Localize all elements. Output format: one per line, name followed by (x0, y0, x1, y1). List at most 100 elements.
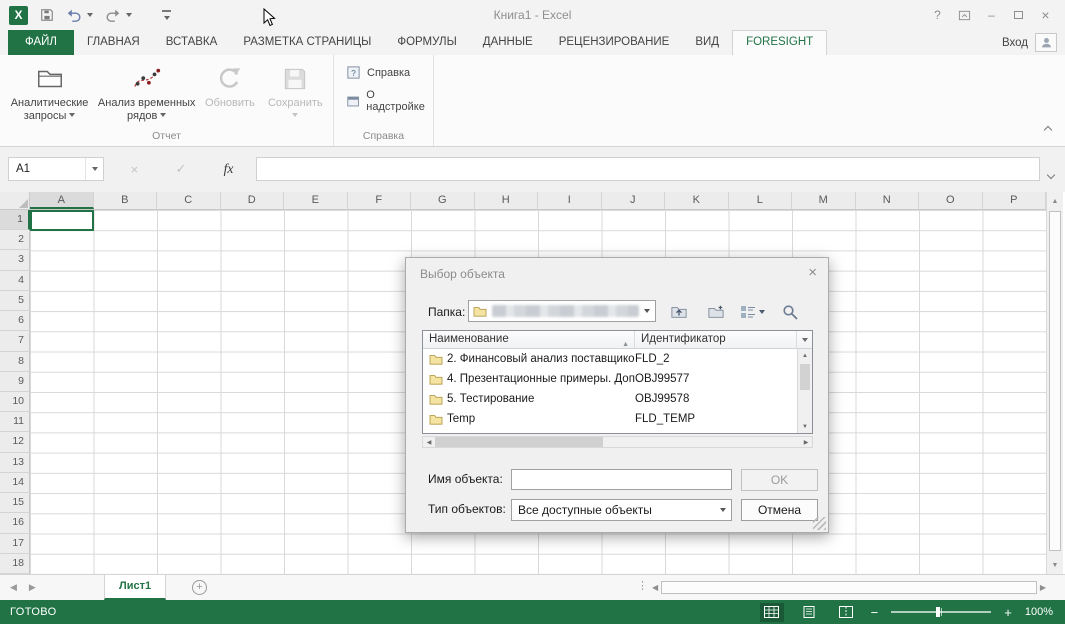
row-header-15[interactable]: 15 (0, 493, 30, 513)
new-folder-button[interactable] (706, 303, 726, 321)
close-button[interactable]: × (1032, 0, 1059, 30)
minimize-button[interactable]: – (978, 0, 1005, 30)
row-header-9[interactable]: 9 (0, 372, 30, 392)
ribbon-display-options-button[interactable] (951, 0, 978, 30)
row-header-2[interactable]: 2 (0, 230, 30, 250)
row-header-10[interactable]: 10 (0, 392, 30, 412)
customize-quick-access-button[interactable] (162, 10, 171, 20)
cancel-entry-button[interactable]: × (131, 162, 139, 177)
insert-function-button[interactable]: fx (224, 161, 234, 177)
column-header-H[interactable]: H (475, 192, 539, 209)
row-header-12[interactable]: 12 (0, 432, 30, 452)
time-series-analysis-button[interactable]: Анализ временных рядов (95, 58, 198, 123)
scroll-down-arrow[interactable]: ▼ (798, 420, 812, 433)
column-header-J[interactable]: J (602, 192, 666, 209)
row-header-14[interactable]: 14 (0, 473, 30, 493)
maximize-button[interactable] (1005, 0, 1032, 30)
expand-formula-bar-button[interactable] (1048, 165, 1054, 183)
page-break-view-button[interactable] (834, 603, 858, 622)
column-header-K[interactable]: K (665, 192, 729, 209)
scroll-right-arrow[interactable]: ▶ (1040, 583, 1046, 592)
sign-in-area[interactable]: Вход (1002, 30, 1057, 55)
column-header-id[interactable]: Идентификатор (635, 331, 797, 348)
save-button[interactable] (40, 8, 54, 22)
scroll-left-arrow[interactable]: ◀ (423, 439, 435, 446)
name-box[interactable]: A1 (8, 157, 104, 181)
row-header-17[interactable]: 17 (0, 534, 30, 554)
ribbon-tab-1[interactable]: ГЛАВНАЯ (74, 30, 153, 55)
ribbon-tab-4[interactable]: ФОРМУЛЫ (384, 30, 469, 55)
cancel-button[interactable]: Отмена (741, 499, 818, 521)
zoom-slider-thumb[interactable] (936, 607, 940, 617)
row-header-5[interactable]: 5 (0, 291, 30, 311)
list-item[interactable]: 2. Финансовый анализ поставщиковFLD_2 (423, 349, 797, 369)
scrollbar-thumb[interactable] (1049, 211, 1061, 551)
column-header-E[interactable]: E (284, 192, 348, 209)
row-header-13[interactable]: 13 (0, 453, 30, 473)
sheet-tab[interactable]: Лист1 (104, 575, 166, 600)
column-header-P[interactable]: P (983, 192, 1047, 209)
sign-in-label[interactable]: Вход (1002, 37, 1028, 49)
name-box-dropdown[interactable] (85, 158, 103, 180)
column-header-O[interactable]: O (919, 192, 983, 209)
search-button[interactable] (780, 303, 800, 321)
resize-grip[interactable] (813, 517, 826, 530)
ok-button[interactable]: OK (741, 469, 818, 491)
column-options-button[interactable] (797, 331, 812, 348)
list-item[interactable]: 4. Презентационные примеры. Допо...OBJ99… (423, 369, 797, 389)
ribbon-tab-8[interactable]: FORESIGHT (732, 30, 827, 55)
object-type-combobox[interactable]: Все доступные объекты (511, 499, 732, 521)
undo-button[interactable] (66, 8, 93, 22)
sheet-nav-left-button[interactable]: ◀ (10, 582, 17, 593)
scroll-right-arrow[interactable]: ▶ (800, 439, 812, 446)
up-one-level-button[interactable] (669, 303, 689, 321)
scroll-left-arrow[interactable]: ◀ (652, 583, 658, 592)
add-sheet-button[interactable]: + (192, 580, 207, 595)
object-name-input[interactable] (511, 469, 732, 490)
column-header-B[interactable]: B (94, 192, 158, 209)
column-header-L[interactable]: L (729, 192, 793, 209)
ribbon-tab-6[interactable]: РЕЦЕНЗИРОВАНИЕ (546, 30, 683, 55)
tab-scrollbar-splitter[interactable]: ⋮ (637, 579, 648, 592)
column-header-F[interactable]: F (348, 192, 412, 209)
help-ribbon-button[interactable]: ? Справка (346, 65, 433, 80)
scroll-up-arrow[interactable]: ▲ (1047, 193, 1063, 209)
avatar[interactable] (1035, 33, 1057, 52)
scrollbar-thumb[interactable] (661, 581, 1037, 594)
scroll-down-arrow[interactable]: ▼ (1047, 557, 1063, 573)
page-layout-view-button[interactable] (797, 603, 821, 622)
list-vertical-scrollbar[interactable]: ▲ ▼ (797, 349, 812, 433)
folder-combobox[interactable] (468, 300, 656, 322)
save-report-button[interactable]: Сохранить (262, 58, 329, 123)
row-header-16[interactable]: 16 (0, 513, 30, 533)
row-header-4[interactable]: 4 (0, 271, 30, 291)
list-item[interactable]: TempFLD_TEMP (423, 409, 797, 429)
redo-button[interactable] (105, 8, 132, 22)
row-header-11[interactable]: 11 (0, 412, 30, 432)
select-all-corner[interactable] (0, 192, 30, 210)
zoom-level[interactable]: 100% (1025, 606, 1053, 618)
collapse-ribbon-button[interactable] (1045, 120, 1051, 138)
formula-input[interactable] (256, 157, 1040, 181)
ribbon-tab-7[interactable]: ВИД (682, 30, 732, 55)
dialog-close-button[interactable]: × (808, 264, 817, 281)
ribbon-tab-5[interactable]: ДАННЫЕ (470, 30, 546, 55)
list-item[interactable]: 5. ТестированиеOBJ99578 (423, 389, 797, 409)
ribbon-tab-0[interactable]: ФАЙЛ (8, 30, 74, 55)
row-header-8[interactable]: 8 (0, 352, 30, 372)
vertical-scrollbar[interactable]: ▲ ▼ (1046, 192, 1063, 574)
sheet-nav-right-button[interactable]: ▶ (29, 582, 36, 593)
column-header-N[interactable]: N (856, 192, 920, 209)
column-header-M[interactable]: M (792, 192, 856, 209)
row-header-1[interactable]: 1 (0, 210, 30, 230)
column-header-I[interactable]: I (538, 192, 602, 209)
scrollbar-thumb[interactable] (800, 364, 810, 390)
list-horizontal-scrollbar[interactable]: ◀ ▶ (422, 436, 813, 448)
column-header-D[interactable]: D (221, 192, 285, 209)
column-header-G[interactable]: G (411, 192, 475, 209)
scroll-up-arrow[interactable]: ▲ (798, 349, 812, 362)
refresh-button[interactable]: Обновить (198, 58, 261, 123)
scrollbar-thumb[interactable] (435, 437, 603, 447)
excel-logo-icon[interactable]: X (9, 6, 28, 25)
zoom-in-button[interactable]: + (1004, 605, 1012, 620)
